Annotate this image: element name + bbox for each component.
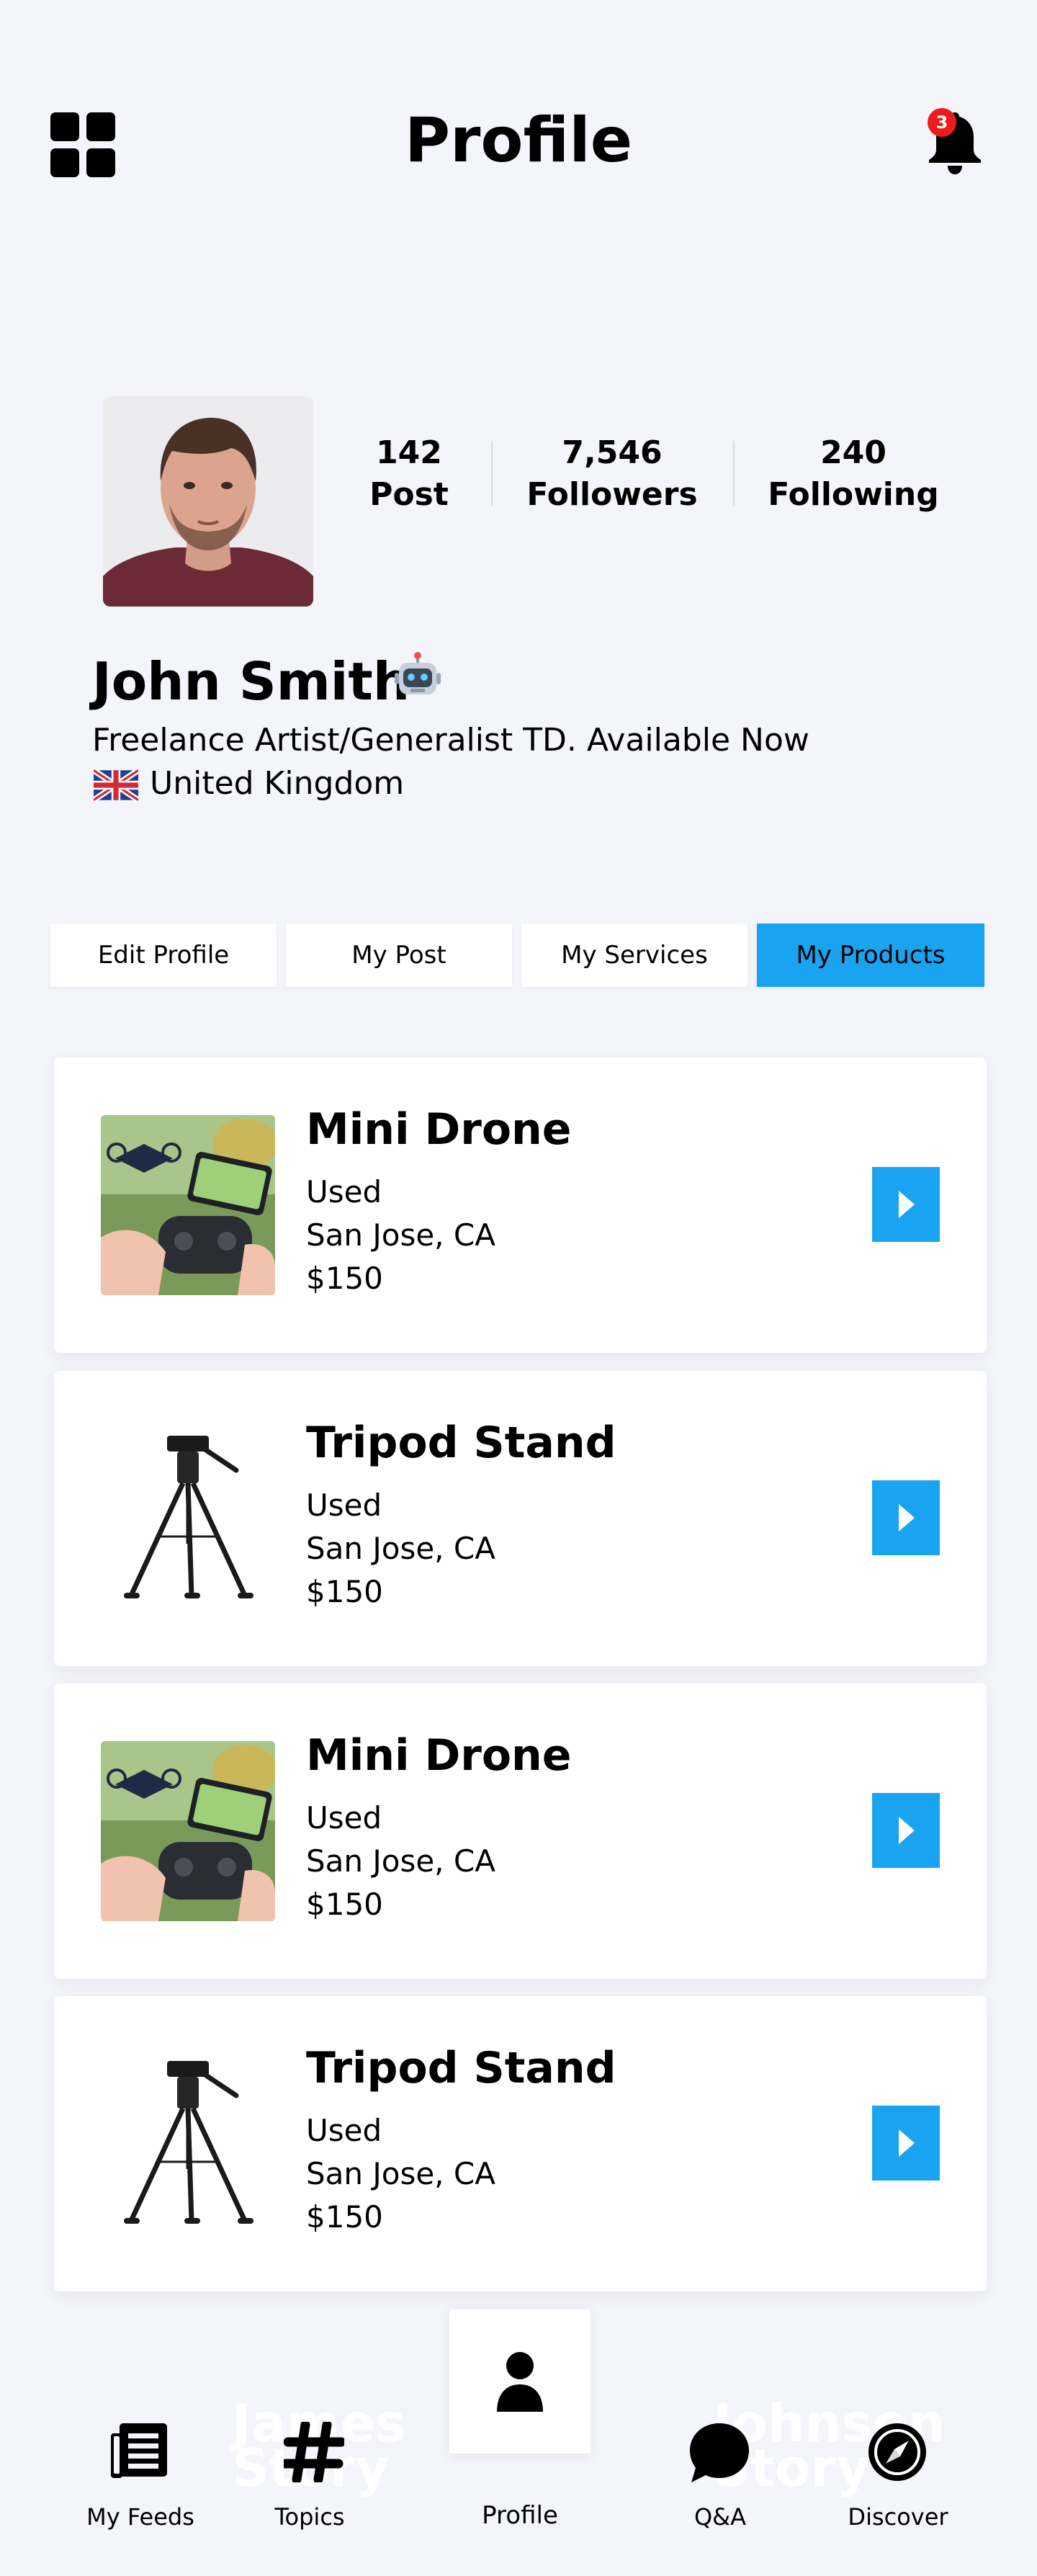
tab-my-services[interactable]: My Services: [521, 923, 748, 987]
product-image: [101, 2054, 275, 2234]
product-price: $150: [306, 1261, 383, 1296]
stat-followers-value: 7,546: [562, 434, 663, 471]
hashtag-icon[interactable]: [280, 2420, 346, 2485]
stat-posts[interactable]: 142 Post: [351, 432, 467, 516]
notification-bell[interactable]: 3: [926, 108, 984, 176]
tab-edit-profile[interactable]: Edit Profile: [50, 923, 277, 987]
nav-topics[interactable]: Topics: [245, 2501, 374, 2533]
product-image: [101, 1115, 275, 1295]
robot-face-icon: [395, 651, 441, 702]
nav-qa[interactable]: Q&A: [655, 2501, 785, 2533]
product-title: Tripod Stand: [306, 2043, 616, 2093]
product-location: San Jose, CA: [306, 1531, 495, 1566]
chat-bubble-icon[interactable]: [688, 2422, 750, 2487]
product-price: $150: [306, 1574, 383, 1609]
product-condition: Used: [306, 1800, 382, 1835]
feeds-icon[interactable]: [109, 2422, 169, 2484]
uk-flag-icon: [91, 767, 140, 803]
stat-divider: [733, 441, 735, 506]
product-card[interactable]: Tripod Stand Used San Jose, CA $150: [54, 1996, 987, 2291]
product-image: [101, 1428, 275, 1609]
product-open-button[interactable]: [872, 1793, 940, 1868]
stat-following-label: Following: [768, 476, 939, 513]
product-price: $150: [306, 1887, 383, 1922]
play-arrow-icon: [899, 2129, 915, 2157]
profile-name: John Smith: [92, 651, 410, 712]
profile-country: United Kingdom: [150, 765, 405, 802]
product-location: San Jose, CA: [306, 1217, 495, 1253]
product-title: Tripod Stand: [306, 1418, 616, 1468]
stat-following[interactable]: 240 Following: [763, 432, 943, 516]
stat-followers-label: Followers: [526, 476, 698, 513]
compass-icon[interactable]: [867, 2422, 928, 2485]
product-card[interactable]: Tripod Stand Used San Jose, CA $150: [54, 1371, 987, 1666]
stat-following-value: 240: [820, 434, 886, 471]
stat-divider: [491, 441, 493, 506]
play-arrow-icon: [899, 1504, 915, 1531]
product-location: San Jose, CA: [306, 1843, 495, 1879]
nav-profile[interactable]: Profile: [448, 2500, 592, 2531]
nav-discover[interactable]: Discover: [828, 2501, 968, 2533]
product-condition: Used: [306, 1488, 382, 1523]
product-card[interactable]: Mini Drone Used San Jose, CA $150: [54, 1057, 987, 1353]
play-arrow-icon: [899, 1191, 915, 1218]
product-open-button[interactable]: [872, 2106, 940, 2181]
tab-my-products[interactable]: My Products: [757, 923, 984, 987]
product-image: [101, 1741, 275, 1921]
product-open-button[interactable]: [872, 1480, 940, 1555]
avatar-photo: [103, 396, 313, 607]
profile-bio: Freelance Artist/Generalist TD. Availabl…: [92, 722, 809, 759]
nav-my-feeds[interactable]: My Feeds: [72, 2501, 209, 2533]
page-title: Profile: [404, 104, 633, 176]
product-title: Mini Drone: [306, 1104, 572, 1155]
product-location: San Jose, CA: [306, 2156, 495, 2191]
notification-badge: 3: [928, 108, 956, 137]
avatar[interactable]: [103, 396, 313, 607]
play-arrow-icon: [899, 1817, 915, 1844]
product-price: $150: [306, 2199, 383, 2235]
stat-followers[interactable]: 7,546 Followers: [518, 432, 706, 516]
product-card[interactable]: Mini Drone Used San Jose, CA $150: [54, 1683, 987, 1979]
product-title: Mini Drone: [306, 1730, 572, 1781]
nav-profile-tab[interactable]: [449, 2309, 591, 2454]
tab-my-post[interactable]: My Post: [286, 923, 512, 987]
stat-posts-label: Post: [369, 476, 449, 513]
product-condition: Used: [306, 2113, 382, 2148]
person-icon: [497, 2352, 543, 2412]
product-open-button[interactable]: [872, 1167, 940, 1242]
stat-posts-value: 142: [376, 434, 442, 471]
product-condition: Used: [306, 1174, 382, 1209]
